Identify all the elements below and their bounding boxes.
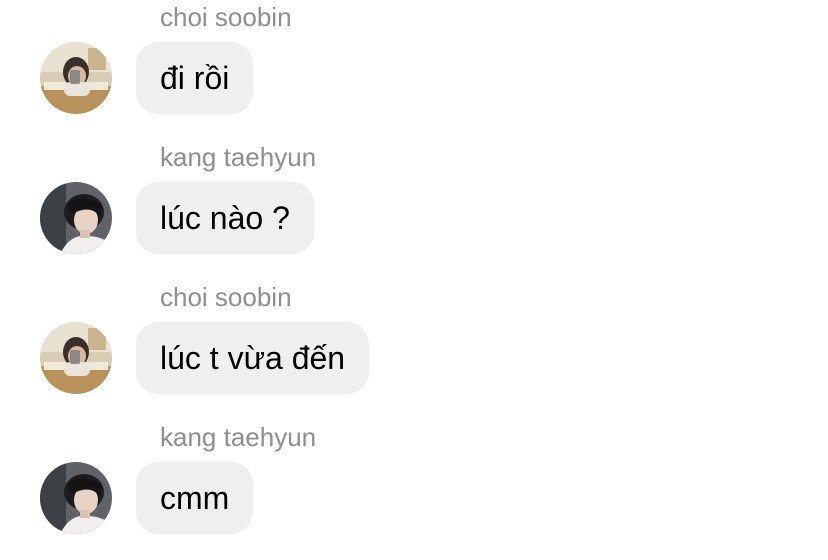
message-text: đi rồi [160, 60, 230, 96]
message-group: choi soobin đi rồi [0, 0, 828, 140]
message-group: kang taehyun cmm [0, 420, 828, 560]
soobin-avatar[interactable] [40, 322, 112, 394]
message-bubble[interactable]: lúc t vừa đến [136, 322, 370, 394]
soobin-avatar-image [40, 42, 112, 114]
taehyun-avatar-image [40, 182, 112, 254]
message-bubble[interactable]: lúc nào ? [136, 182, 314, 254]
message-group: kang taehyun lúc nào ? [0, 140, 828, 280]
sender-name: kang taehyun [160, 422, 317, 452]
message-bubble[interactable]: cmm [136, 462, 254, 534]
message-text: cmm [160, 480, 230, 516]
sender-name: kang taehyun [160, 142, 317, 172]
soobin-avatar[interactable] [40, 42, 112, 114]
message-group: choi soobin lúc t vừa đến [0, 280, 828, 420]
sender-name: choi soobin [160, 282, 292, 312]
taehyun-avatar[interactable] [40, 182, 112, 254]
soobin-avatar-image [40, 322, 112, 394]
sender-name: choi soobin [160, 2, 292, 32]
message-bubble[interactable]: đi rồi [136, 42, 254, 114]
chat-thread: choi soobin đi rồi kang taehyun lúc nào … [0, 0, 828, 542]
taehyun-avatar-image [40, 462, 112, 534]
message-text: lúc nào ? [160, 200, 290, 236]
taehyun-avatar[interactable] [40, 462, 112, 534]
message-text: lúc t vừa đến [160, 340, 346, 376]
